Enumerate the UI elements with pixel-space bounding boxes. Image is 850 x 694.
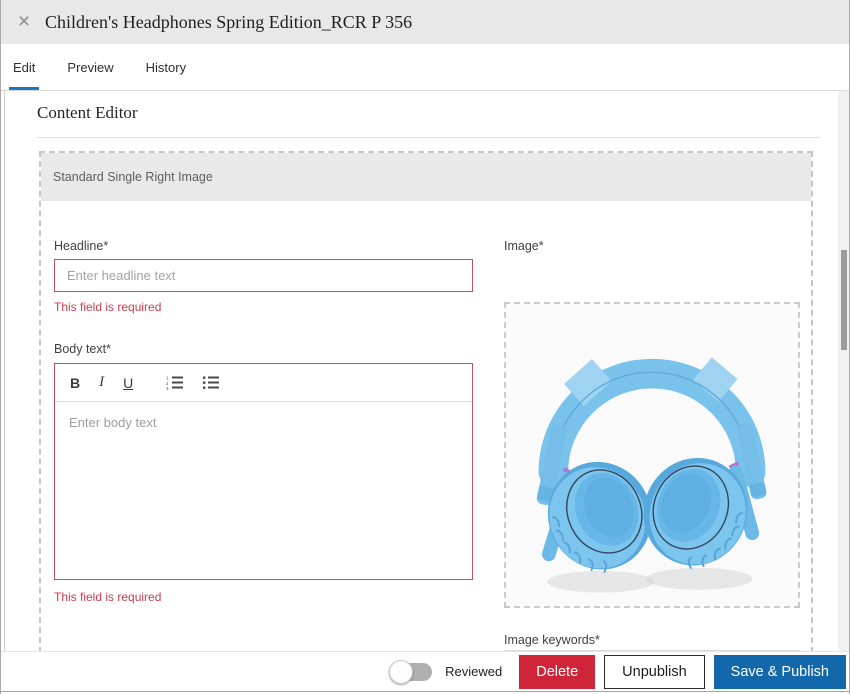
unpublish-button[interactable]: Unpublish — [604, 655, 705, 689]
reviewed-label: Reviewed — [445, 664, 502, 679]
tab-history[interactable]: History — [144, 44, 188, 90]
save-publish-button[interactable]: Save & Publish — [714, 655, 846, 689]
image-label: Image* — [504, 239, 544, 253]
close-icon[interactable]: × — [13, 11, 35, 33]
window-header: × Children's Headphones Spring Edition_R… — [1, 0, 849, 44]
template-form: Headline* This field is required Body te… — [41, 201, 811, 651]
reviewed-toggle[interactable] — [392, 663, 432, 681]
action-footer: Reviewed Delete Unpublish Save & Publish — [1, 651, 849, 691]
body-text-error: This field is required — [54, 590, 161, 604]
scrollbar-thumb[interactable] — [841, 250, 847, 350]
page-title: Content Editor — [37, 103, 138, 123]
headline-input[interactable] — [54, 259, 473, 292]
content-editor-window: × Children's Headphones Spring Edition_R… — [0, 0, 850, 694]
underline-icon[interactable]: U — [123, 375, 133, 391]
italic-icon[interactable]: I — [99, 374, 104, 391]
bullet-list-icon[interactable] — [203, 375, 219, 390]
toggle-knob[interactable] — [389, 660, 413, 684]
svg-text:1: 1 — [166, 376, 169, 381]
rich-text-toolbar: B I U 1 2 3 — [55, 364, 472, 402]
body-text-label: Body text* — [54, 342, 111, 356]
body-text-editor: B I U 1 2 3 — [54, 363, 473, 580]
template-bar[interactable]: Standard Single Right Image — [41, 153, 811, 201]
delete-button[interactable]: Delete — [519, 655, 595, 689]
headline-label: Headline* — [54, 239, 108, 253]
headphones-image — [506, 304, 798, 606]
window-title: Children's Headphones Spring Edition_RCR… — [45, 12, 412, 33]
tab-bar: Edit Preview History — [1, 44, 849, 91]
vertical-scrollbar[interactable] — [838, 91, 849, 651]
template-name: Standard Single Right Image — [41, 170, 213, 184]
heading-divider — [37, 137, 821, 138]
window-bottom-border — [1, 691, 849, 692]
image-keywords-label: Image keywords* — [504, 633, 600, 647]
image-upload-area[interactable] — [504, 302, 800, 608]
svg-text:3: 3 — [166, 386, 169, 390]
tab-edit[interactable]: Edit — [11, 44, 37, 90]
headline-error: This field is required — [54, 300, 161, 314]
ordered-list-icon[interactable]: 1 2 3 — [166, 375, 184, 390]
body-text-input[interactable]: Enter body text — [55, 402, 472, 443]
tab-preview[interactable]: Preview — [65, 44, 115, 90]
template-section: Standard Single Right Image Headline* Th… — [39, 151, 813, 651]
editor-panel: Content Editor Standard Single Right Ima… — [4, 91, 849, 651]
bold-icon[interactable]: B — [70, 375, 80, 391]
